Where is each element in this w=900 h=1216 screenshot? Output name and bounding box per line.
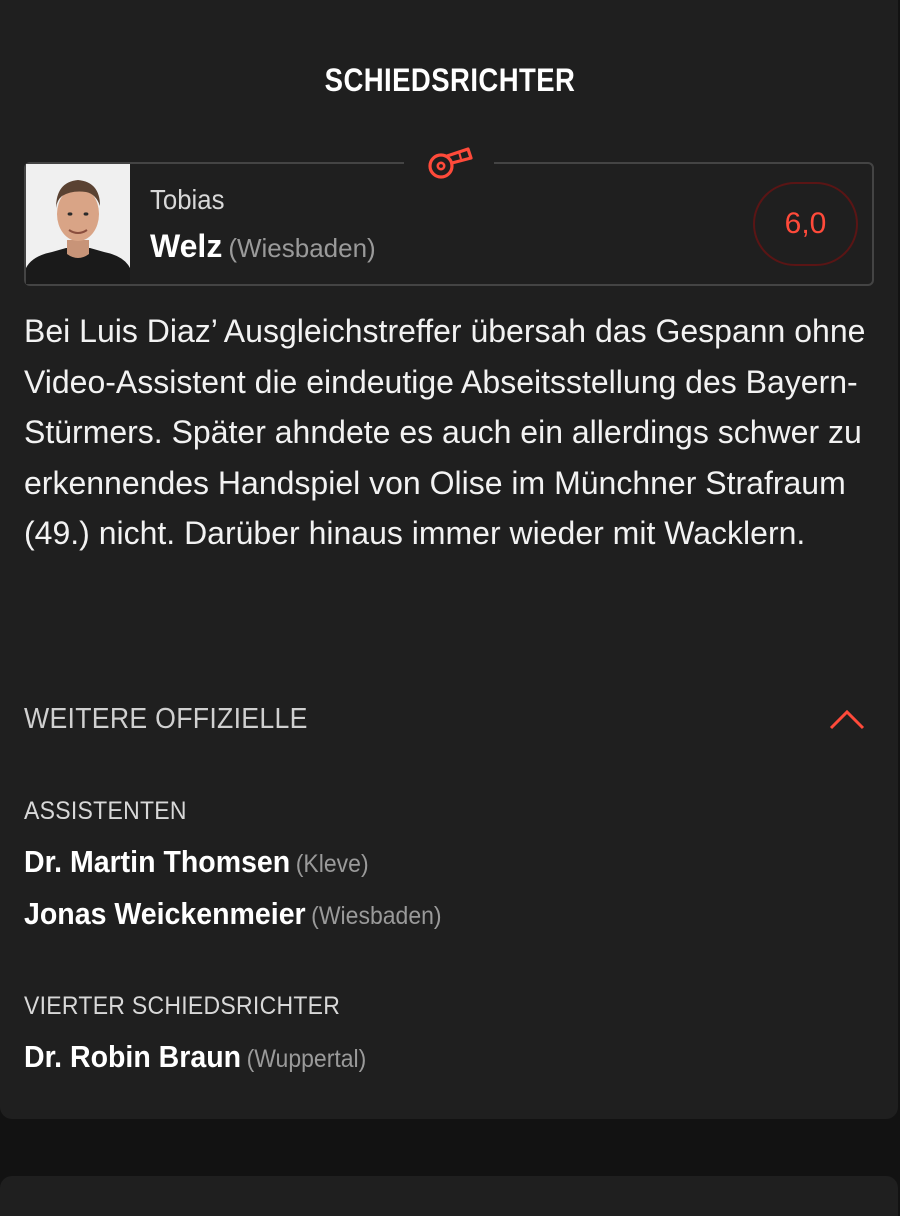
further-officials-header[interactable]: WEITERE OFFIZIELLE — [24, 703, 308, 736]
assistant-1-name: Dr. Martin Thomsen — [24, 844, 291, 879]
referee-first-name: Tobias — [150, 184, 225, 215]
assistant-2-city: (Wiesbaden) — [311, 902, 442, 930]
fourth-official-name: Dr. Robin Braun — [24, 1039, 242, 1074]
referee-assessment-text: Bei Luis Diaz’ Ausgleichstreffer übersah… — [24, 313, 866, 551]
referee-grade-badge: 6,0 — [753, 182, 858, 266]
assistant-2-name: Jonas Weickenmeier — [24, 896, 306, 931]
section-title: SCHIEDSRICHTER — [324, 62, 576, 98]
referee-avatar-image — [26, 164, 130, 284]
assistant-1-city: (Kleve) — [295, 850, 369, 878]
referee-card: SCHIEDSRICHTER Tobias Welz (Wiesbaden) 6,… — [0, 0, 898, 1119]
fourth-official-label: VIERTER SCHIEDSRICHTER — [24, 992, 341, 1020]
assistant-1: Dr. Martin Thomsen (Kleve) — [24, 844, 369, 880]
fourth-official: Dr. Robin Braun (Wuppertal) — [24, 1039, 366, 1075]
fourth-official-city: (Wuppertal) — [246, 1045, 367, 1073]
whistle-icon — [428, 147, 473, 179]
referee-city: (Wiesbaden) — [228, 233, 376, 263]
referee-photo — [26, 164, 130, 284]
assistants-label: ASSISTENTEN — [24, 797, 187, 825]
referee-name-line: Welz (Wiesbaden) — [150, 228, 376, 265]
chevron-up-icon[interactable] — [828, 706, 866, 732]
assistant-2: Jonas Weickenmeier (Wiesbaden) — [24, 896, 442, 932]
next-card — [0, 1176, 898, 1216]
referee-last-name: Welz — [150, 228, 223, 264]
